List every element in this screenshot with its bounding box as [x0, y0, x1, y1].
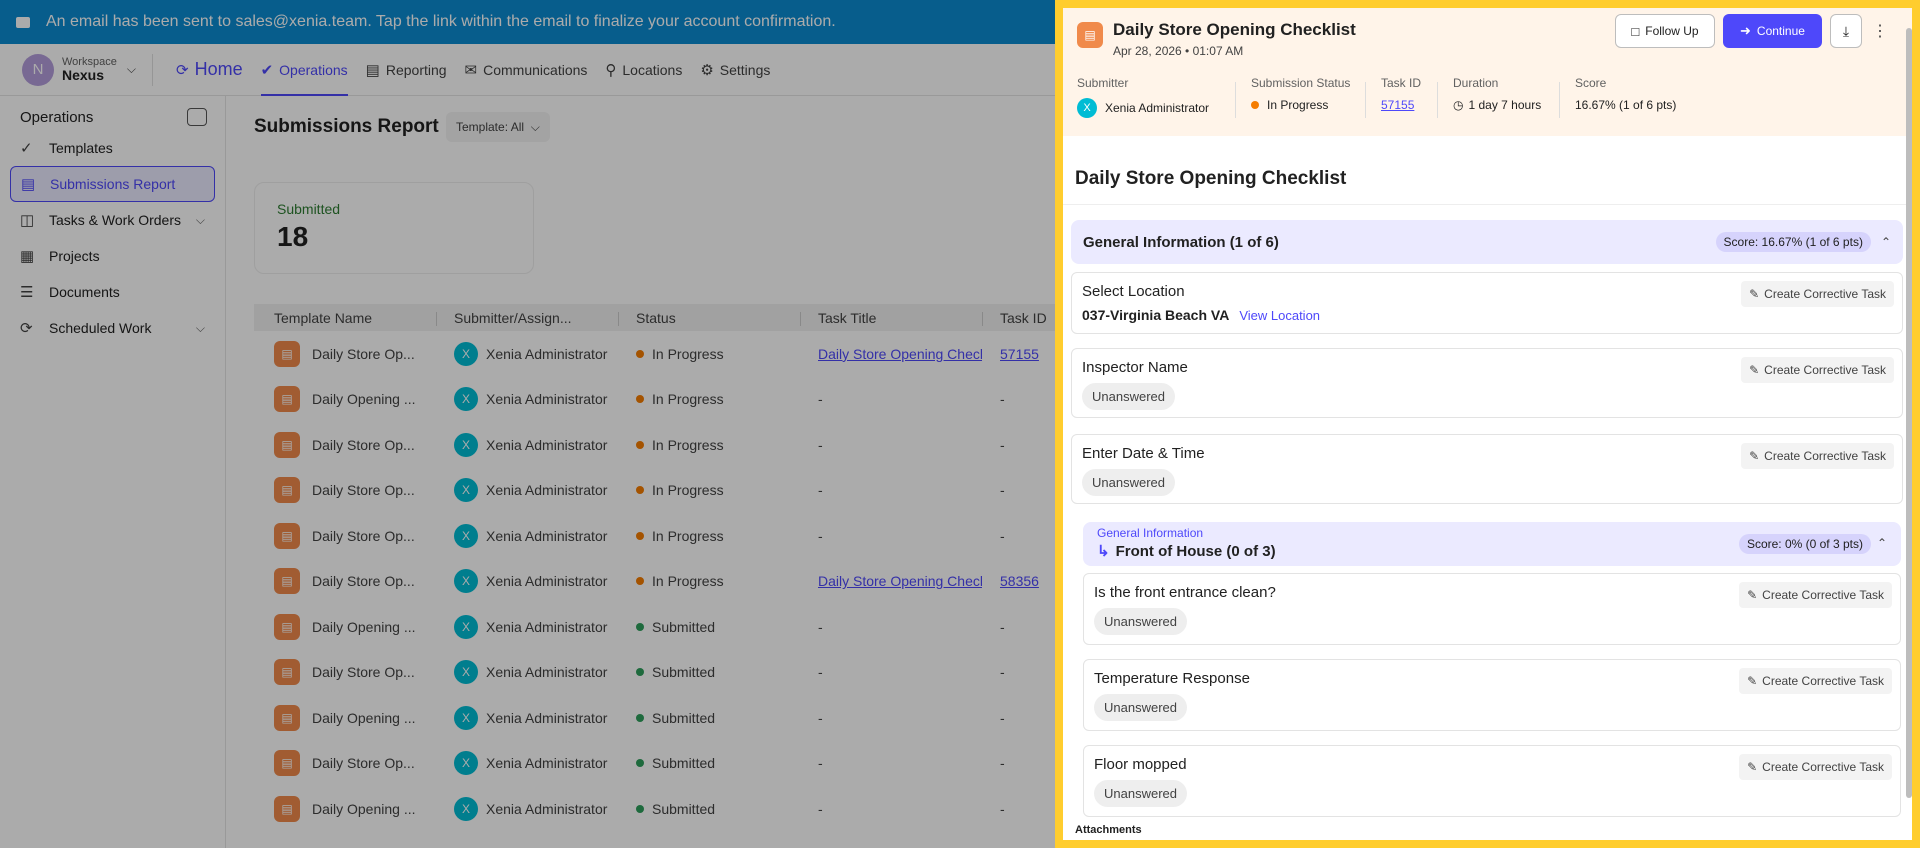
meta-score: Score 16.67% (1 of 6 pts)	[1559, 76, 1677, 118]
create-corrective-task-button[interactable]: ✎ Create Corrective Task	[1741, 443, 1894, 469]
panel-scrollbar[interactable]	[1906, 28, 1912, 798]
section-title: General Information (1 of 6)	[1083, 233, 1279, 251]
button-label: Create Corrective Task	[1764, 287, 1886, 301]
question-title: Enter Date & Time	[1082, 445, 1205, 462]
question-title: Temperature Response	[1094, 670, 1250, 687]
download-button[interactable]: ⤓	[1830, 14, 1862, 48]
meta-label: Task ID	[1381, 76, 1422, 90]
more-options-button[interactable]: ⋮	[1869, 14, 1891, 48]
task-icon: ✎	[1749, 287, 1760, 301]
create-corrective-task-button[interactable]: ✎ Create Corrective Task	[1739, 582, 1892, 608]
meta-status: Submission Status In Progress	[1235, 76, 1351, 118]
subsection-title: Front of House (0 of 3)	[1115, 543, 1276, 560]
follow-up-button[interactable]: □ Follow Up	[1615, 14, 1715, 48]
meta-label: Score	[1575, 76, 1607, 90]
location-value: 037-Virginia Beach VA	[1082, 307, 1230, 323]
attachments-label: Attachments	[1075, 824, 1142, 836]
task-icon: ✎	[1747, 760, 1758, 774]
unanswered-badge: Unanswered	[1094, 608, 1187, 635]
modal-backdrop[interactable]	[0, 0, 1055, 848]
meta-label: Duration	[1453, 76, 1499, 90]
unanswered-badge: Unanswered	[1094, 694, 1187, 721]
question-date-time: Enter Date & Time Unanswered ✎ Create Cor…	[1071, 434, 1903, 504]
create-corrective-task-button[interactable]: ✎ Create Corrective Task	[1739, 754, 1892, 780]
create-corrective-task-button[interactable]: ✎ Create Corrective Task	[1739, 668, 1892, 694]
section-header[interactable]: General Information (1 of 6) Score: 16.6…	[1071, 220, 1903, 264]
divider	[1063, 204, 1912, 205]
question-title: Floor mopped	[1094, 756, 1187, 773]
subsection-score: Score: 0% (0 of 3 pts)	[1738, 534, 1871, 554]
unanswered-badge: Unanswered	[1082, 469, 1175, 496]
divider	[1235, 82, 1236, 118]
task-icon: ✎	[1747, 588, 1758, 602]
create-corrective-task-button[interactable]: ✎ Create Corrective Task	[1741, 281, 1894, 307]
meta-duration: Duration ◷ 1 day 7 hours	[1437, 76, 1542, 118]
divider	[1365, 82, 1366, 118]
create-corrective-task-button[interactable]: ✎ Create Corrective Task	[1741, 357, 1894, 383]
section-score: Score: 16.67% (1 of 6 pts)	[1715, 232, 1871, 252]
view-location-link[interactable]: View Location	[1239, 308, 1320, 323]
clock-icon: ◷	[1453, 98, 1464, 112]
checklist-title: Daily Store Opening Checklist	[1075, 168, 1347, 189]
meta-value: 1 day 7 hours	[1468, 98, 1542, 112]
divider	[1559, 82, 1560, 118]
meta-label: Submission Status	[1251, 76, 1351, 90]
button-label: Create Corrective Task	[1764, 449, 1886, 463]
button-label: Create Corrective Task	[1764, 363, 1886, 377]
question-title: Is the front entrance clean?	[1094, 584, 1276, 601]
question-front-entrance: Is the front entrance clean? Unanswered …	[1083, 573, 1901, 645]
question-floor-mopped: Floor mopped Unanswered ✎ Create Correcti…	[1083, 745, 1901, 817]
divider	[1437, 82, 1438, 118]
button-label: Create Corrective Task	[1762, 588, 1884, 602]
chevron-up-icon: ⌃	[1880, 235, 1891, 249]
unanswered-badge: Unanswered	[1094, 780, 1187, 807]
app: An email has been sent to sales@xenia.te…	[0, 0, 1920, 848]
subsection-parent: General Information	[1097, 526, 1204, 540]
meta-value: In Progress	[1267, 98, 1329, 112]
avatar: X	[1077, 98, 1097, 118]
meta-value: Xenia Administrator	[1105, 101, 1210, 115]
continue-label: Continue	[1756, 24, 1805, 38]
question-temperature: Temperature Response Unanswered ✎ Create …	[1083, 659, 1901, 731]
chevron-up-icon: ⌃	[1876, 536, 1887, 550]
meta-submitter: Submitter X Xenia Administrator	[1077, 76, 1209, 118]
meta-task-id: Task ID 57155	[1365, 76, 1422, 118]
meta-label: Submitter	[1077, 76, 1129, 90]
task-icon: ✎	[1749, 363, 1760, 377]
subsection-branch-icon: ↳	[1097, 543, 1110, 560]
unanswered-badge: Unanswered	[1082, 383, 1175, 410]
button-label: Create Corrective Task	[1762, 760, 1884, 774]
follow-up-icon: □	[1631, 23, 1640, 39]
button-label: Create Corrective Task	[1762, 674, 1884, 688]
panel-title: Daily Store Opening Checklist	[1113, 20, 1356, 39]
task-icon: ✎	[1747, 674, 1758, 688]
task-id-link[interactable]: 57155	[1381, 98, 1414, 112]
continue-icon: ➜	[1740, 23, 1751, 38]
task-icon: ✎	[1749, 449, 1760, 463]
continue-button[interactable]: ➜ Continue	[1723, 14, 1822, 48]
template-icon: ▤	[1077, 22, 1103, 48]
panel-header: ▤ Daily Store Opening Checklist Apr 28, …	[1063, 8, 1912, 136]
question-title: Select Location	[1082, 283, 1185, 300]
more-vertical-icon: ⋮	[1872, 23, 1888, 40]
follow-up-label: Follow Up	[1645, 24, 1699, 38]
subsection-header[interactable]: General Information ↳ Front of House (0 o…	[1083, 522, 1901, 566]
question-title: Inspector Name	[1082, 359, 1188, 376]
download-icon: ⤓	[1842, 22, 1850, 39]
question-select-location: Select Location 037-Virginia Beach VA Vie…	[1071, 272, 1903, 334]
submission-detail-panel: ▤ Daily Store Opening Checklist Apr 28, …	[1055, 0, 1920, 848]
meta-value: 16.67% (1 of 6 pts)	[1575, 98, 1677, 112]
status-dot	[1251, 101, 1259, 109]
question-inspector-name: Inspector Name Unanswered ✎ Create Correc…	[1071, 348, 1903, 418]
panel-date: Apr 28, 2026 • 01:07 AM	[1113, 44, 1244, 58]
